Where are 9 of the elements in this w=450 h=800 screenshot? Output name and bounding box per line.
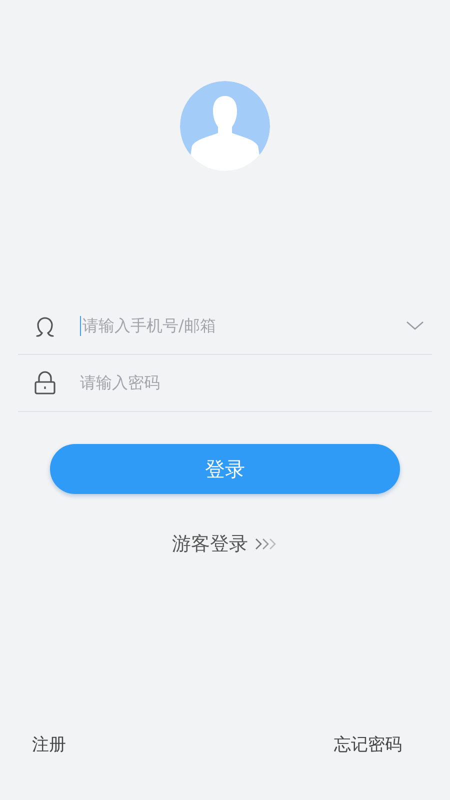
input-field[interactable]: 请输入密码 [80,371,432,395]
register-link[interactable]: 注册 [32,732,66,758]
input-field[interactable]: 请输入手机号/邮箱 [82,314,406,338]
triple-chevron-icon [254,537,278,552]
forgot-password-link[interactable]: 忘记密码 [334,732,402,758]
lock-icon [34,371,56,395]
chevron-down-icon[interactable] [406,321,424,331]
avatar-icon [180,81,270,171]
guest-login-link[interactable]: 游客登录 [172,530,278,558]
